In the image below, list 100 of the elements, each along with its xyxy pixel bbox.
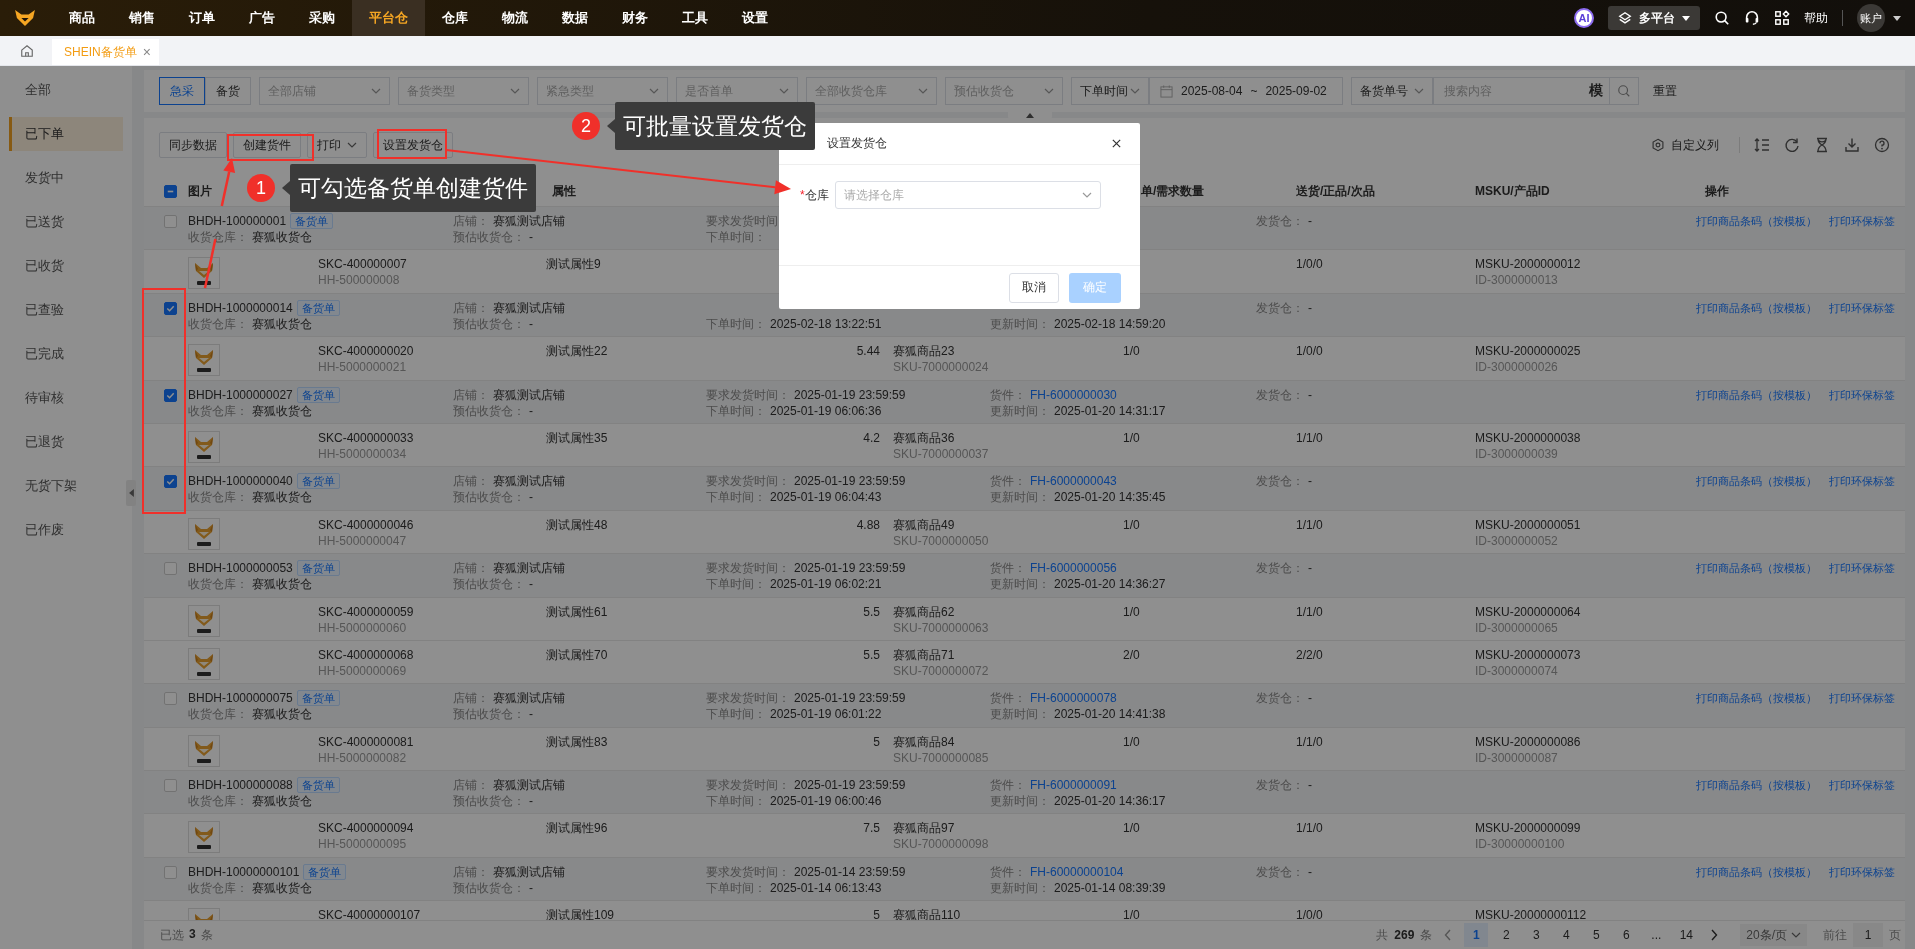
- nav-item[interactable]: 订单: [172, 0, 232, 36]
- toolbar-button[interactable]: 创建货件: [233, 132, 301, 158]
- mode-toggle[interactable]: 备货: [205, 77, 251, 105]
- page-button[interactable]: 14: [1674, 923, 1699, 947]
- page-button[interactable]: 4: [1554, 923, 1579, 947]
- select-field[interactable]: 备货单号: [1351, 77, 1433, 105]
- action-link[interactable]: 打印商品条码（按模板）: [1696, 213, 1817, 229]
- action-link[interactable]: 打印环保标签: [1829, 473, 1895, 490]
- page-button[interactable]: 3: [1524, 923, 1549, 947]
- sidebar-item[interactable]: 已收货: [9, 244, 123, 288]
- nav-item[interactable]: 数据: [545, 0, 605, 36]
- hourglass-icon[interactable]: [1814, 137, 1830, 153]
- row-checkbox[interactable]: [164, 388, 177, 402]
- headset-icon[interactable]: [1744, 10, 1760, 26]
- nav-item[interactable]: 仓库: [425, 0, 485, 36]
- shipment-link[interactable]: FH-6000000078: [1030, 690, 1117, 707]
- nav-item[interactable]: 财务: [605, 0, 665, 36]
- action-link[interactable]: 打印商品条码（按模板）: [1696, 560, 1817, 577]
- sidebar-item[interactable]: 发货中: [9, 156, 123, 200]
- fox-logo-icon[interactable]: [14, 9, 36, 27]
- collapse-handle[interactable]: [126, 480, 136, 506]
- home-icon[interactable]: [20, 43, 34, 58]
- action-link[interactable]: 打印环保标签: [1829, 560, 1895, 577]
- shipment-link[interactable]: FH-60000000104: [1030, 863, 1124, 880]
- caret-icon[interactable]: [1893, 15, 1901, 21]
- sidebar-item[interactable]: 已送货: [9, 200, 123, 244]
- sidebar-item[interactable]: 已作废: [9, 508, 123, 552]
- previous-page-icon[interactable]: [1444, 929, 1453, 941]
- next-page-icon[interactable]: [1710, 929, 1719, 941]
- nav-item[interactable]: 平台仓: [352, 0, 425, 36]
- row-checkbox[interactable]: [164, 562, 177, 576]
- collapse-handle[interactable]: [1008, 110, 1052, 120]
- row-checkbox[interactable]: [164, 779, 177, 793]
- mode-toggle[interactable]: 急采: [159, 77, 205, 105]
- date-range-field[interactable]: 2025-08-04 ~ 2025-09-02: [1149, 77, 1343, 105]
- action-link[interactable]: 打印商品条码（按模板）: [1696, 386, 1817, 403]
- action-link[interactable]: 打印环保标签: [1829, 386, 1895, 403]
- search-icon[interactable]: [1714, 10, 1730, 26]
- sidebar-item[interactable]: 已退货: [9, 420, 123, 464]
- refresh-icon[interactable]: [1784, 137, 1800, 153]
- sidebar-item[interactable]: 已查验: [9, 288, 123, 332]
- page-button[interactable]: 6: [1614, 923, 1639, 947]
- action-link[interactable]: 打印商品条码（按模板）: [1696, 777, 1817, 794]
- nav-item[interactable]: 商品: [52, 0, 112, 36]
- action-link[interactable]: 打印环保标签: [1829, 777, 1895, 794]
- cancel-button[interactable]: 取消: [1009, 272, 1059, 303]
- grid-icon[interactable]: [1774, 10, 1790, 26]
- account-avatar[interactable]: 账户: [1857, 4, 1885, 32]
- close-icon[interactable]: ×: [142, 44, 151, 60]
- download-icon[interactable]: [1844, 137, 1860, 153]
- action-link[interactable]: 打印商品条码（按模板）: [1696, 863, 1817, 880]
- toolbar-button[interactable]: 同步数据: [159, 132, 227, 158]
- sidebar-item[interactable]: 已完成: [9, 332, 123, 376]
- shipment-link[interactable]: FH-6000000091: [1030, 777, 1117, 794]
- sku-code: SKU-7000000085: [893, 749, 990, 766]
- sidebar-item[interactable]: 全部: [9, 68, 123, 112]
- nav-item[interactable]: 广告: [232, 0, 292, 36]
- toolbar-button[interactable]: 打印: [307, 132, 367, 158]
- help-link[interactable]: 帮助: [1804, 9, 1828, 27]
- page-button[interactable]: 5: [1584, 923, 1609, 947]
- row-checkbox[interactable]: [164, 692, 177, 706]
- close-icon[interactable]: [1111, 138, 1122, 149]
- page-tab[interactable]: SHEIN备货单 ×: [52, 39, 159, 65]
- sidebar-item[interactable]: 待审核: [9, 376, 123, 420]
- row-checkbox[interactable]: [164, 475, 177, 489]
- select-all-checkbox[interactable]: [164, 184, 177, 198]
- ai-badge[interactable]: AI: [1574, 8, 1594, 28]
- platform-dropdown[interactable]: 多平台: [1608, 6, 1700, 30]
- shipment-link[interactable]: FH-6000000043: [1030, 473, 1117, 490]
- page-size-select[interactable]: 20条/页: [1740, 924, 1807, 946]
- nav-item[interactable]: 设置: [725, 0, 785, 36]
- action-link[interactable]: 打印环保标签: [1829, 213, 1895, 229]
- warehouse-select[interactable]: 请选择仓库: [834, 181, 1101, 209]
- reset-link[interactable]: 重置: [1653, 82, 1677, 100]
- page-button[interactable]: ...: [1644, 923, 1669, 947]
- row-checkbox[interactable]: [164, 301, 177, 315]
- row-checkbox[interactable]: [164, 215, 177, 228]
- nav-item[interactable]: 工具: [665, 0, 725, 36]
- action-link[interactable]: 打印商品条码（按模板）: [1696, 473, 1817, 490]
- page-button[interactable]: 2: [1494, 923, 1519, 947]
- action-link[interactable]: 打印商品条码（按模板）: [1696, 690, 1817, 707]
- row-height-icon[interactable]: [1754, 137, 1770, 153]
- action-link[interactable]: 打印环保标签: [1829, 299, 1895, 316]
- page-number-field[interactable]: 1: [1853, 923, 1883, 947]
- action-link[interactable]: 打印环保标签: [1829, 863, 1895, 880]
- toolbar-button[interactable]: 设置发货仓: [373, 132, 453, 158]
- custom-columns-button[interactable]: 自定义列: [1645, 135, 1725, 155]
- shipment-link[interactable]: FH-6000000030: [1030, 386, 1117, 403]
- action-link[interactable]: 打印商品条码（按模板）: [1696, 299, 1817, 316]
- nav-item[interactable]: 销售: [112, 0, 172, 36]
- shipment-link[interactable]: FH-6000000056: [1030, 560, 1117, 577]
- nav-item[interactable]: 物流: [485, 0, 545, 36]
- action-link[interactable]: 打印环保标签: [1829, 690, 1895, 707]
- sidebar-item[interactable]: 无货下架: [9, 464, 123, 508]
- select-field[interactable]: 下单时间: [1071, 77, 1149, 105]
- nav-item[interactable]: 采购: [292, 0, 352, 36]
- row-checkbox[interactable]: [164, 865, 177, 879]
- help-icon[interactable]: [1874, 137, 1890, 153]
- page-button[interactable]: 1: [1464, 923, 1489, 947]
- sidebar-item[interactable]: 已下单: [9, 117, 123, 151]
